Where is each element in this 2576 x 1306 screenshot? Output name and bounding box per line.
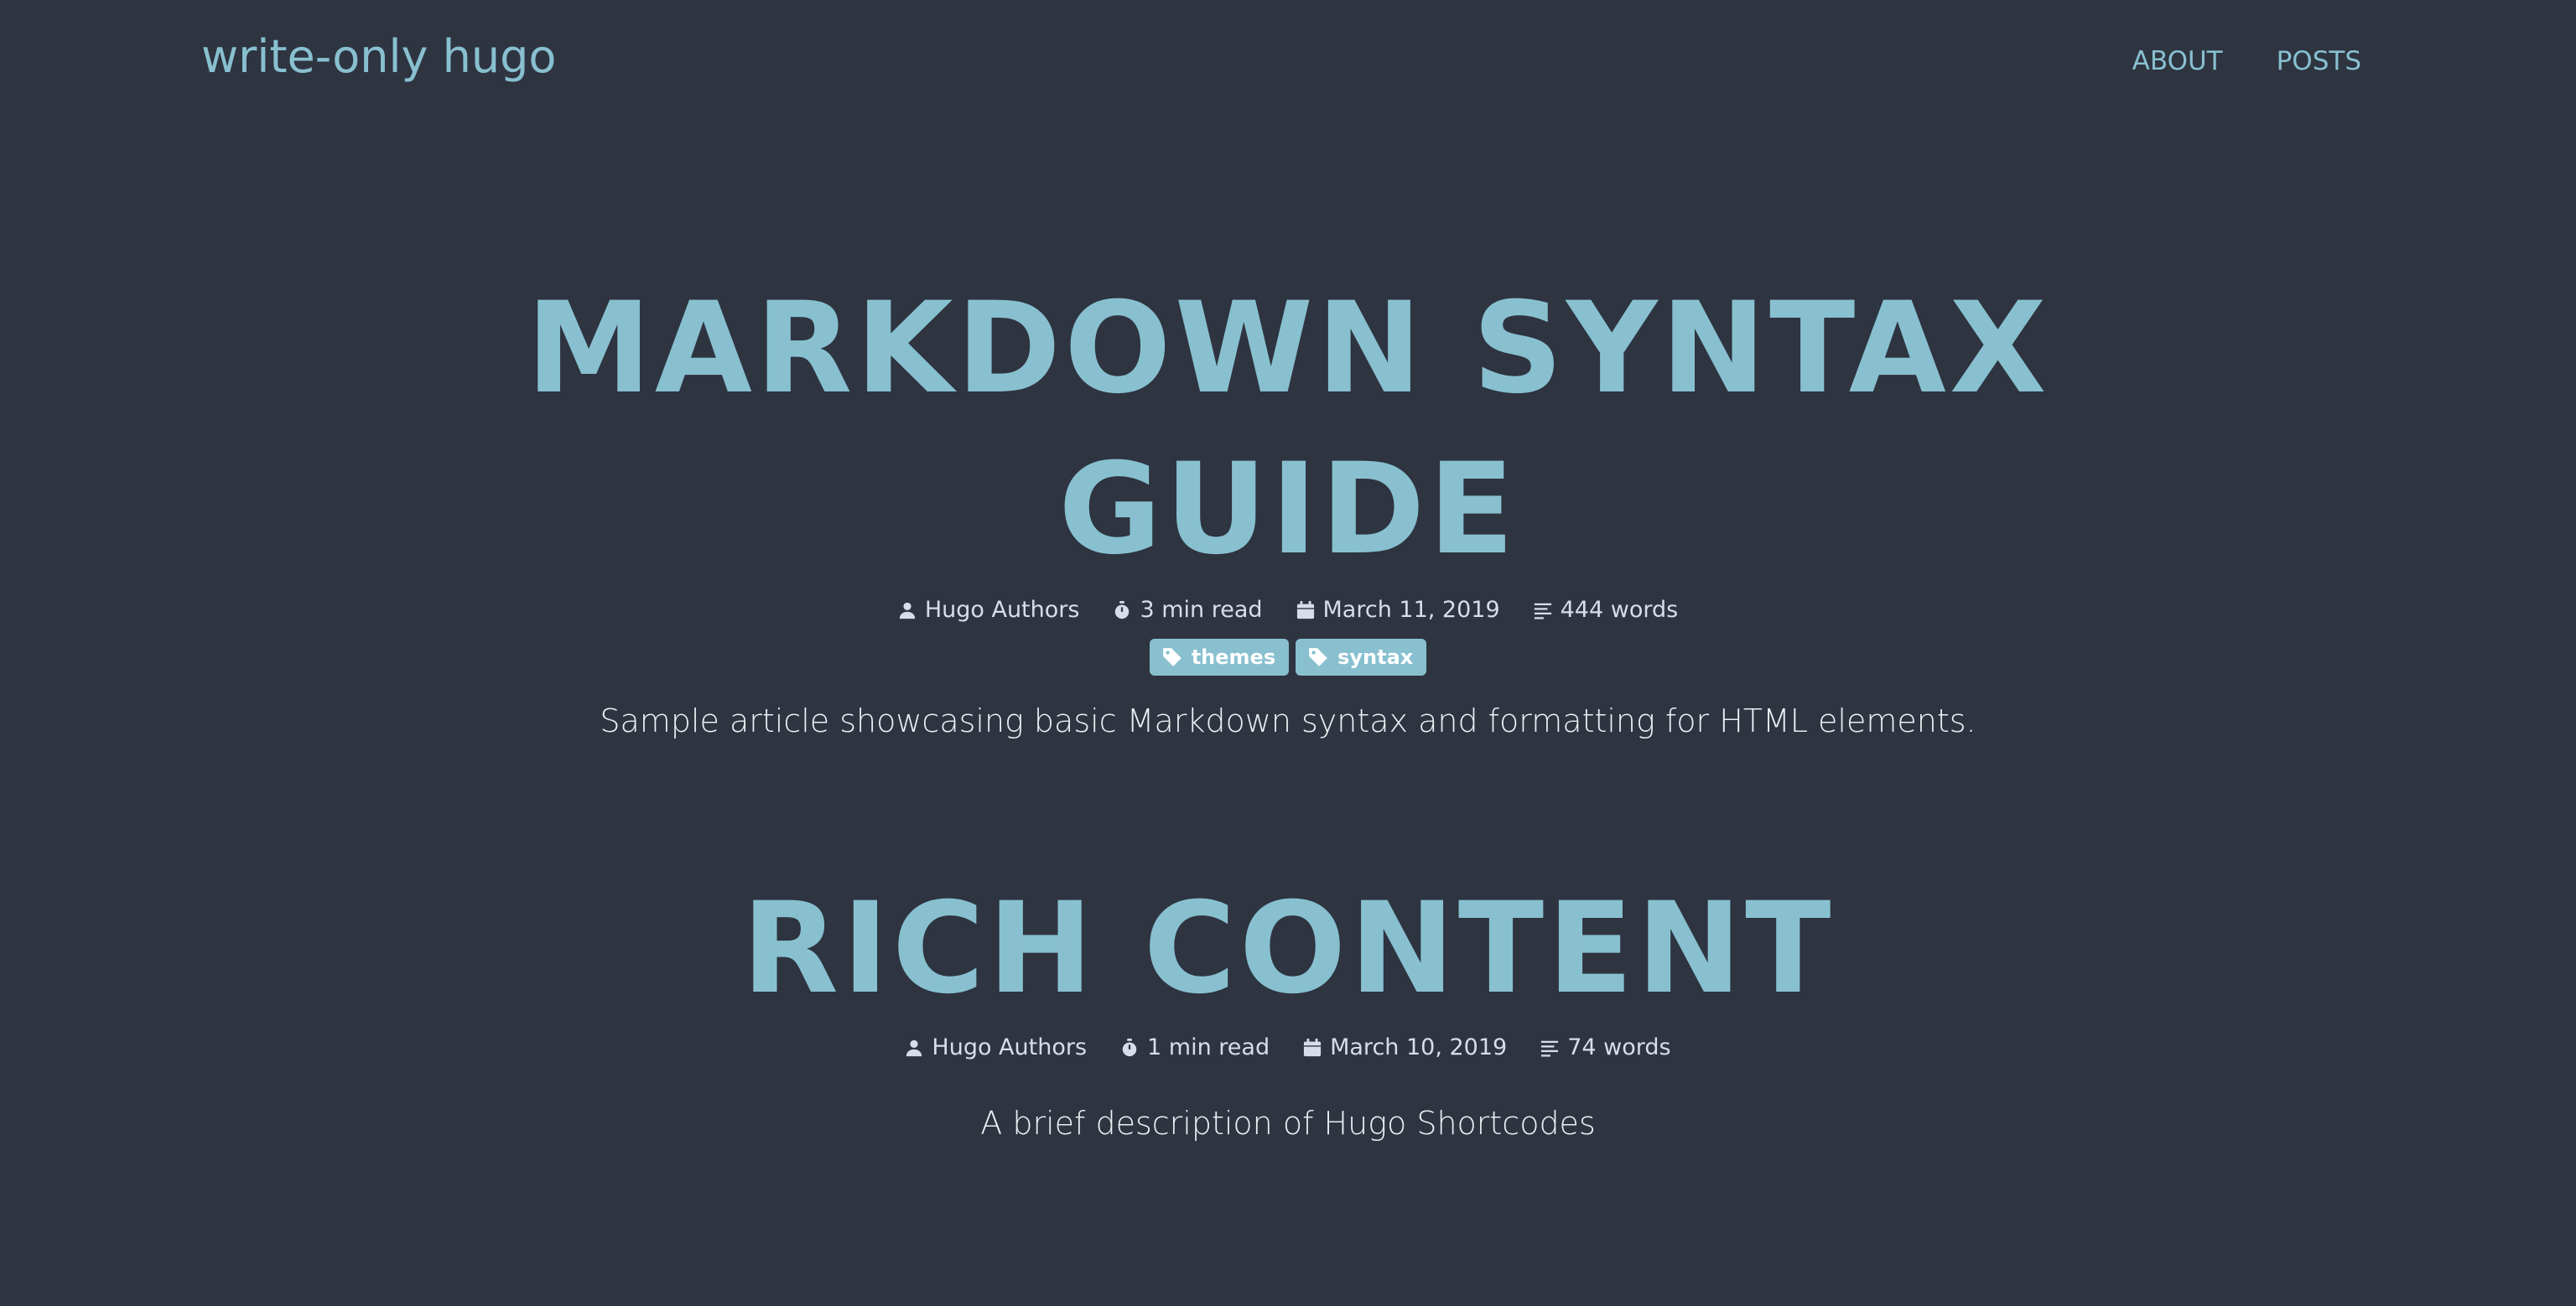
post-date: March 10, 2019 xyxy=(1303,1029,1507,1066)
post-author: Hugo Authors xyxy=(898,592,1080,629)
post-title: MARKDOWN SYNTAX GUIDE xyxy=(449,268,2127,590)
post-description: Sample article showcasing basic Markdown… xyxy=(600,702,1976,739)
post-word-count-label: 444 words xyxy=(1560,597,1679,623)
tag-icon xyxy=(1162,648,1182,666)
post-read-time-label: 1 min read xyxy=(1147,1034,1270,1060)
post-author-label: Hugo Authors xyxy=(932,1034,1088,1060)
site-title-link[interactable]: write-only hugo xyxy=(201,23,556,91)
text-lines-icon xyxy=(1541,1040,1559,1057)
tag-label: syntax xyxy=(1337,645,1414,669)
tag-syntax[interactable]: syntax xyxy=(1296,639,1427,676)
text-lines-icon xyxy=(1534,603,1551,619)
post-description: A brief description of Hugo Shortcodes xyxy=(980,1105,1596,1142)
post-date: March 11, 2019 xyxy=(1296,592,1500,629)
post-read-time-label: 3 min read xyxy=(1140,597,1263,623)
post-summary: RICH CONTENT Hugo Authors 1 min read Mar… xyxy=(449,868,2127,1147)
nav-item-about[interactable]: ABOUT xyxy=(2132,40,2223,82)
post-title: RICH CONTENT xyxy=(449,868,2127,1029)
post-meta: Hugo Authors 1 min read March 10, 2019 7… xyxy=(449,1029,2127,1066)
post-word-count: 74 words xyxy=(1540,1029,1671,1066)
post-word-count-label: 74 words xyxy=(1567,1034,1671,1060)
person-icon xyxy=(899,602,915,619)
site-header: write-only hugo ABOUT POSTS xyxy=(0,0,2576,117)
post-author: Hugo Authors xyxy=(905,1029,1087,1066)
post-read-time: 3 min read xyxy=(1113,592,1263,629)
person-icon xyxy=(906,1039,922,1057)
tag-label: themes xyxy=(1191,645,1276,669)
post-summary: MARKDOWN SYNTAX GUIDE Hugo Authors 3 min… xyxy=(449,268,2127,744)
post-author-label: Hugo Authors xyxy=(924,597,1080,623)
nav-item-posts[interactable]: POSTS xyxy=(2277,40,2361,82)
stopwatch-icon xyxy=(1115,601,1130,619)
post-date-label: March 10, 2019 xyxy=(1330,1034,1508,1060)
post-title-link[interactable]: MARKDOWN SYNTAX GUIDE xyxy=(527,276,2050,583)
post-word-count: 444 words xyxy=(1534,592,1679,629)
post-read-time: 1 min read xyxy=(1120,1029,1270,1066)
post-date-label: March 11, 2019 xyxy=(1322,597,1500,623)
tag-themes[interactable]: themes xyxy=(1149,639,1290,676)
post-tags: themes syntax xyxy=(449,639,2127,676)
main-nav: ABOUT POSTS xyxy=(2132,40,2361,82)
post-title-link[interactable]: RICH CONTENT xyxy=(742,876,1835,1022)
post-meta: Hugo Authors 3 min read March 11, 2019 4… xyxy=(449,592,2127,629)
tag-icon xyxy=(1309,648,1327,666)
stopwatch-icon xyxy=(1122,1039,1137,1057)
calendar-icon xyxy=(1304,1039,1322,1057)
calendar-icon xyxy=(1296,601,1314,619)
